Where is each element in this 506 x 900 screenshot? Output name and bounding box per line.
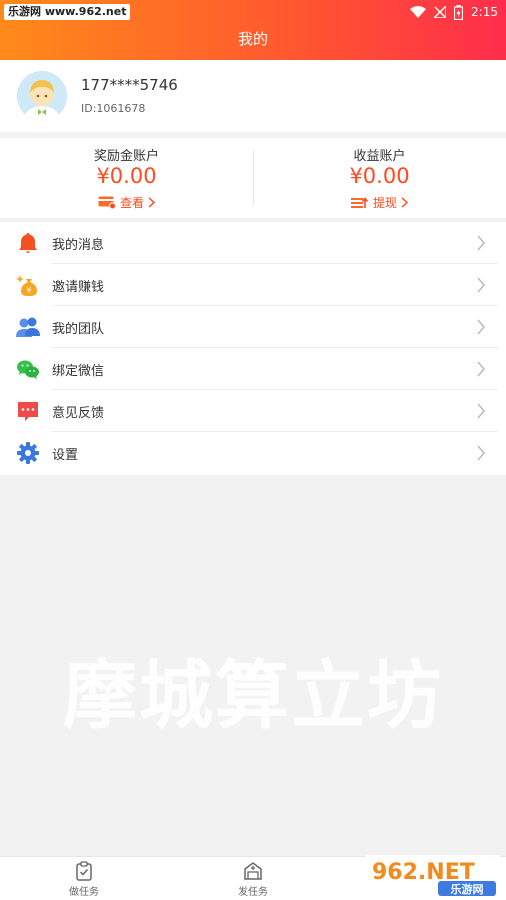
reward-view-label: 查看 [119, 196, 144, 210]
earnings-account-name: 收益账户 [353, 149, 406, 164]
menu-label-invite: 邀请赚钱 [52, 280, 105, 295]
menu-item-messages[interactable]: 我的消息 [0, 222, 506, 264]
site-watermark-text: 乐游网 www.962.net [4, 4, 131, 20]
chevron-right-icon [401, 197, 408, 208]
user-phone: 177****5746 [81, 76, 178, 94]
chevron-right-icon [477, 445, 485, 461]
menu-label-wechat: 绑定微信 [52, 364, 105, 379]
watermark-text: 摩城算立坊 [63, 653, 443, 739]
wifi-icon [410, 6, 427, 18]
site-logo: 962.NET 乐游网 [366, 855, 500, 897]
publish-task-icon [244, 862, 262, 880]
reward-view-link[interactable]: 查看 [0, 194, 253, 211]
menu-item-feedback[interactable]: 意见反馈 [0, 390, 506, 432]
status-bar: 乐游网 www.962.net 2:15 [0, 0, 506, 24]
menu-item-settings[interactable]: 设置 [0, 432, 506, 474]
clipboard-check-icon [76, 861, 92, 881]
avatar[interactable] [17, 71, 67, 121]
feedback-icon [18, 402, 38, 421]
chevron-right-icon [477, 235, 485, 251]
chevron-right-icon [477, 277, 485, 293]
withdraw-icon [350, 197, 369, 208]
menu-item-invite[interactable]: ¥ 邀请赚钱 [0, 264, 506, 306]
user-id: ID:1061678 [81, 102, 146, 115]
menu-label-settings: 设置 [52, 448, 79, 463]
menu-label-messages: 我的消息 [52, 238, 105, 253]
earnings-account[interactable]: 收益账户 ¥0.00 提现 [253, 138, 506, 218]
accounts-panel: 奖励金账户 ¥0.00 查看 收益账户 ¥0.00 提现 [0, 138, 506, 218]
bell-icon [19, 233, 37, 253]
menu-item-wechat[interactable]: 绑定微信 [0, 348, 506, 390]
nav-label-publish-task: 发任务 [238, 887, 268, 898]
battery-icon [454, 4, 464, 20]
withdraw-label: 提现 [372, 196, 397, 210]
nav-label-do-task: 做任务 [69, 887, 99, 898]
team-icon [16, 317, 40, 337]
signal-icon [434, 6, 447, 18]
card-icon [98, 196, 116, 209]
chevron-right-icon [477, 361, 485, 377]
svg-text:¥: ¥ [26, 286, 31, 295]
wechat-icon [17, 360, 39, 379]
reward-account[interactable]: 奖励金账户 ¥0.00 查看 [0, 138, 253, 218]
chevron-right-icon [148, 197, 155, 208]
page-title: 我的 [237, 30, 268, 48]
status-icons: 2:15 [410, 3, 498, 21]
money-bag-icon: ¥ [16, 275, 37, 296]
settings-menu: 我的消息 ¥ 邀请赚钱 我的团队 绑定微信 意见反馈 设置 [0, 222, 506, 475]
menu-item-team[interactable]: 我的团队 [0, 306, 506, 348]
chevron-right-icon [477, 319, 485, 335]
logo-text-bottom: 乐游网 [451, 882, 484, 896]
withdraw-link[interactable]: 提现 [253, 194, 506, 211]
nav-publish-task[interactable]: 发任务 [213, 861, 293, 898]
reward-account-amount: ¥0.00 [96, 164, 157, 188]
clock-time: 2:15 [471, 5, 498, 19]
earnings-account-amount: ¥0.00 [349, 164, 410, 188]
chevron-right-icon [477, 403, 485, 419]
gear-icon [17, 442, 39, 464]
menu-label-team: 我的团队 [52, 322, 105, 337]
reward-account-name: 奖励金账户 [93, 149, 159, 164]
profile-card[interactable]: 177****5746 ID:1061678 [0, 60, 506, 132]
top-header-bar: 乐游网 www.962.net 2:15 我的 [0, 0, 506, 60]
nav-do-task[interactable]: 做任务 [44, 861, 124, 898]
menu-label-feedback: 意见反馈 [52, 406, 105, 421]
